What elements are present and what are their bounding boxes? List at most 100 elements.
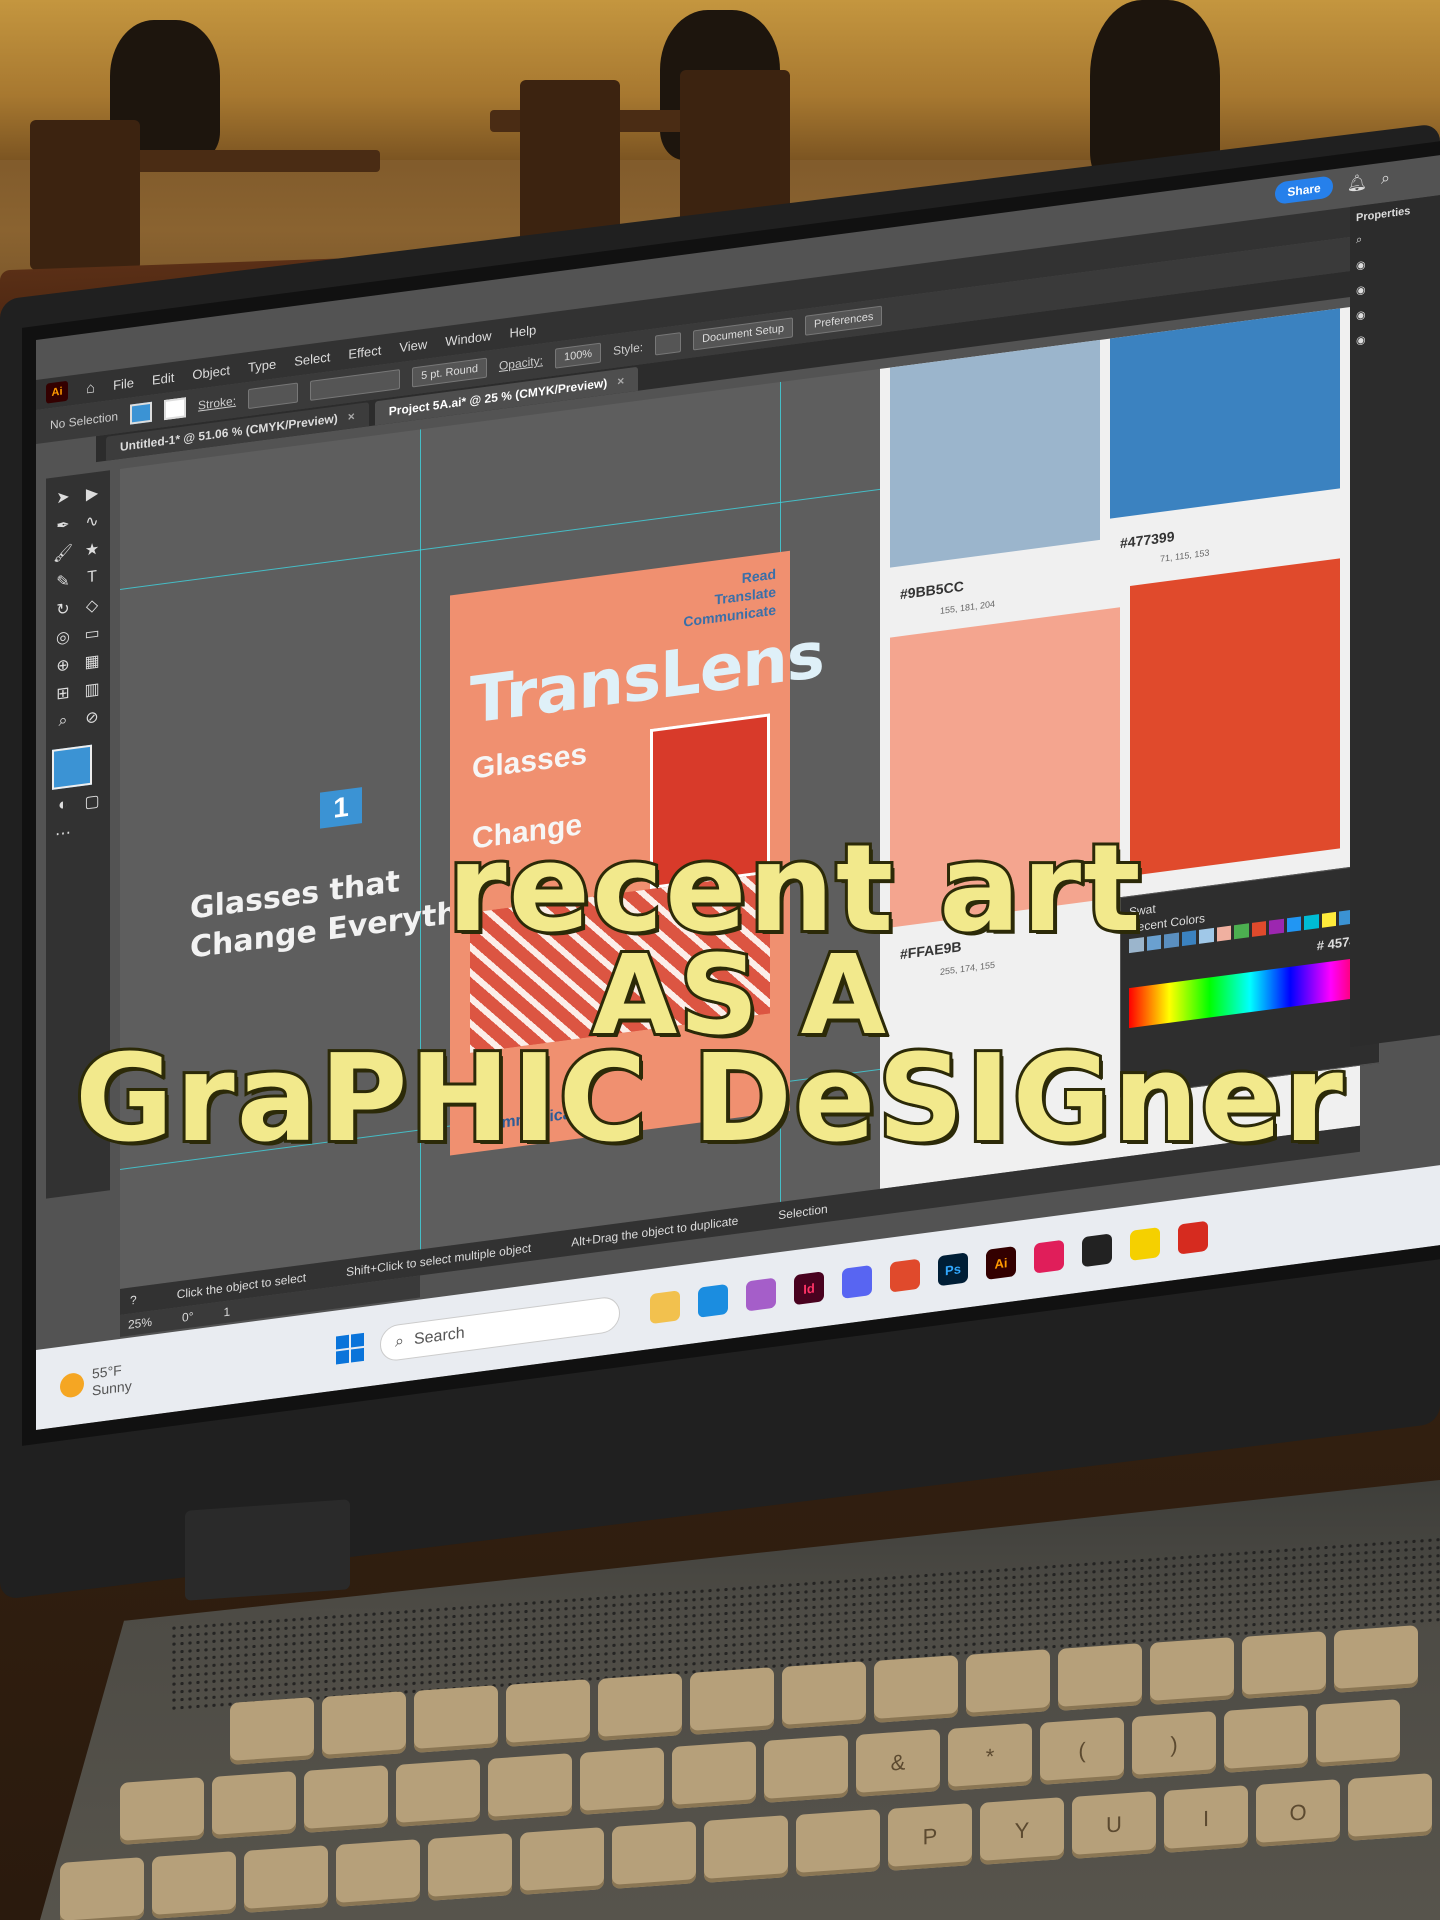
help-icon[interactable]: ? [130, 1293, 137, 1308]
recent-color-swatch[interactable] [1199, 927, 1214, 944]
recent-color-swatch[interactable] [1146, 934, 1161, 951]
media-icon[interactable] [1082, 1233, 1112, 1268]
keyboard-key[interactable] [782, 1661, 866, 1729]
keyboard-key[interactable] [60, 1857, 144, 1920]
menu-type[interactable]: Type [248, 356, 276, 375]
keyboard-key[interactable]: U [1072, 1791, 1156, 1859]
menu-select[interactable]: Select [294, 349, 330, 369]
shape-builder-icon[interactable]: ⊕ [52, 653, 74, 678]
recent-color-swatch[interactable] [1234, 923, 1249, 940]
zoom-level-select[interactable]: 25% [128, 1315, 152, 1332]
discord-icon[interactable] [842, 1264, 872, 1299]
recent-color-swatch[interactable] [1251, 921, 1266, 937]
pencil-tool-icon[interactable]: ✎ [52, 569, 74, 594]
keyboard-key[interactable] [506, 1679, 590, 1747]
menu-window[interactable]: Window [445, 328, 491, 349]
keyboard-key[interactable] [598, 1673, 682, 1741]
weather-widget[interactable]: 55°F Sunny [36, 1339, 296, 1407]
eye-icon[interactable]: ◉ [1356, 249, 1434, 272]
close-icon[interactable]: × [348, 409, 355, 424]
eraser-tool-icon[interactable]: ◇ [81, 593, 103, 618]
keyboard-key[interactable] [1242, 1631, 1326, 1699]
keyboard-key[interactable] [690, 1667, 774, 1735]
keyboard-key[interactable] [322, 1691, 406, 1759]
recent-color-swatch[interactable] [1269, 918, 1284, 935]
photoshop-icon[interactable]: Ps [938, 1252, 968, 1287]
keyboard-key[interactable] [966, 1649, 1050, 1717]
menu-effect[interactable]: Effect [348, 342, 381, 361]
keyboard-key[interactable] [672, 1741, 756, 1809]
menu-object[interactable]: Object [192, 362, 230, 382]
fill-color-button[interactable] [130, 401, 153, 425]
keyboard-key[interactable]: ) [1132, 1711, 1216, 1779]
menu-edit[interactable]: Edit [152, 369, 174, 387]
opacity-field[interactable]: 100% [554, 342, 602, 369]
artboard-canvas[interactable]: 1 Glasses that Change Everything Read Tr… [120, 305, 1380, 1289]
stroke-label[interactable]: Stroke: [198, 394, 236, 413]
type-tool-icon[interactable]: T [81, 565, 103, 590]
artboard-navigator[interactable]: 1 [224, 1304, 231, 1319]
search-icon[interactable]: ⌕ [1356, 224, 1434, 247]
curvature-tool-icon[interactable]: ∿ [81, 509, 103, 534]
translens-poster[interactable]: Read Translate Communicate TransLens Gla… [450, 550, 824, 1156]
acrobat-icon[interactable] [1178, 1220, 1208, 1255]
draw-mode-icon[interactable]: ◐ [52, 793, 74, 818]
close-icon[interactable]: × [617, 374, 624, 389]
gradient-tool-icon[interactable]: ▦ [81, 649, 103, 674]
keyboard-key[interactable] [704, 1815, 788, 1883]
preferences-button[interactable]: Preferences [805, 305, 883, 336]
illustrator-icon[interactable]: Ai [986, 1245, 1016, 1280]
photo-app-icon[interactable] [890, 1258, 920, 1293]
sticky-icon[interactable] [1130, 1227, 1160, 1261]
recent-color-swatch[interactable] [1304, 914, 1319, 931]
keyboard-key[interactable] [1334, 1625, 1418, 1693]
keyboard-key[interactable] [212, 1771, 296, 1839]
file-explorer-icon[interactable] [650, 1290, 680, 1325]
eyedropper-tool-icon[interactable]: ⊘ [81, 705, 103, 730]
taskbar-search[interactable]: ⌕ Search [380, 1295, 620, 1363]
fill-stroke-swatch[interactable] [52, 744, 92, 790]
opacity-label[interactable]: Opacity: [499, 353, 543, 373]
brush-definition-select[interactable]: 5 pt. Round [412, 357, 487, 388]
rotation-select[interactable]: 0° [182, 1309, 193, 1325]
keyboard-key[interactable]: Y [980, 1797, 1064, 1865]
keyboard-key[interactable] [612, 1821, 696, 1889]
recent-color-swatch[interactable] [1321, 911, 1336, 928]
keyboard-key[interactable]: * [948, 1723, 1032, 1791]
eye-icon[interactable]: ◉ [1356, 299, 1434, 322]
bell-icon[interactable]: 🔔︎ [1347, 172, 1367, 195]
menu-file[interactable]: File [113, 375, 134, 393]
recent-color-swatch[interactable] [1129, 937, 1144, 954]
edge-icon[interactable] [698, 1283, 728, 1318]
keyboard-key[interactable] [1058, 1643, 1142, 1711]
search-icon[interactable]: ⌕ [1381, 170, 1390, 189]
rectangle-tool-icon[interactable]: ▭ [81, 621, 103, 646]
keyboard-key[interactable] [764, 1735, 848, 1803]
selection-tool-icon[interactable]: ➤ [52, 485, 74, 510]
keyboard-key[interactable] [230, 1697, 314, 1765]
keyboard-key[interactable] [152, 1851, 236, 1919]
more-tools-icon[interactable]: ⋯ [52, 821, 74, 846]
keyboard-key[interactable] [580, 1747, 664, 1815]
copilot-icon[interactable] [746, 1277, 776, 1312]
windows-start-icon[interactable] [336, 1332, 364, 1365]
swatches-panel[interactable]: Swat Recent Colors # 457499 [1120, 863, 1380, 1098]
variable-width-field[interactable] [310, 369, 401, 401]
home-icon[interactable]: ⌂ [86, 379, 95, 397]
keyboard-key[interactable] [796, 1809, 880, 1877]
keyboard-key[interactable] [304, 1765, 388, 1833]
warp-tool-icon[interactable]: ◎ [52, 625, 74, 650]
screen-mode-icon[interactable]: ▢ [81, 789, 103, 814]
keyboard-key[interactable] [120, 1777, 204, 1845]
recent-color-swatch[interactable] [1181, 930, 1196, 947]
slack-icon[interactable] [1034, 1239, 1064, 1274]
keyboard-key[interactable] [1224, 1705, 1308, 1773]
stroke-color-button[interactable] [164, 397, 187, 421]
keyboard-key[interactable] [414, 1685, 498, 1753]
brush-tool-icon[interactable]: 🖌︎ [52, 541, 74, 566]
keyboard-key[interactable]: O [1256, 1779, 1340, 1847]
keyboard-key[interactable] [520, 1827, 604, 1895]
recent-color-swatch[interactable] [1164, 932, 1179, 949]
keyboard-key[interactable]: & [856, 1729, 940, 1797]
style-select[interactable] [655, 332, 682, 356]
